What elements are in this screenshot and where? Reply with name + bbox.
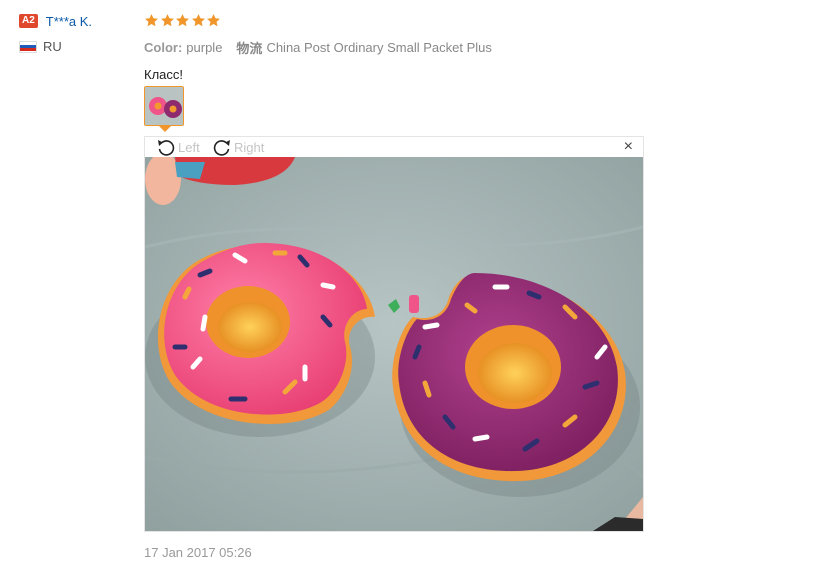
rotate-right-label: Right [234,139,265,155]
russia-flag-icon [19,40,37,53]
star-icon [145,13,158,26]
star-icon [191,13,205,26]
order-info: Color: purple 物流 China Post Ordinary Sma… [144,38,644,57]
rotate-left-label: Left [178,139,200,155]
review-date: 17 Jan 2017 05:26 [144,545,252,560]
color-label: Color: [144,40,183,55]
buyer-level-badge: A2 [19,14,38,28]
viewer-toolbar: Left Right × [145,137,643,157]
rotate-right-button[interactable]: Right [211,137,264,157]
shipping-value: China Post Ordinary Small Packet Plus [266,40,492,55]
review-photo [145,157,643,531]
review-photo-image [145,157,643,531]
thumbnail-pointer [159,126,171,132]
rotate-right-icon [213,140,230,156]
country-code: RU [43,39,62,54]
star-icon [176,13,189,26]
shipping-label: 物流 [236,41,263,56]
star-icon [160,13,174,26]
reviewer-country: RU [19,39,139,54]
close-icon[interactable]: × [624,139,633,155]
rotate-left-icon [158,140,175,156]
rotate-left-button[interactable]: Left [155,137,200,157]
reviewer-row: A2 T***a K. [19,12,139,30]
review-photo-thumbnail[interactable] [144,86,184,126]
photo-viewer: Left Right × [144,136,644,532]
star-rating [144,10,644,30]
color-value: purple [186,40,223,55]
review-body: Color: purple 物流 China Post Ordinary Sma… [144,10,644,82]
review-text: Класс! [144,67,183,82]
star-icon [207,13,220,26]
thumbnail-image [145,87,183,125]
reviewer-info: A2 T***a K. RU [19,12,139,54]
reviewer-name[interactable]: T***a K. [46,14,92,29]
